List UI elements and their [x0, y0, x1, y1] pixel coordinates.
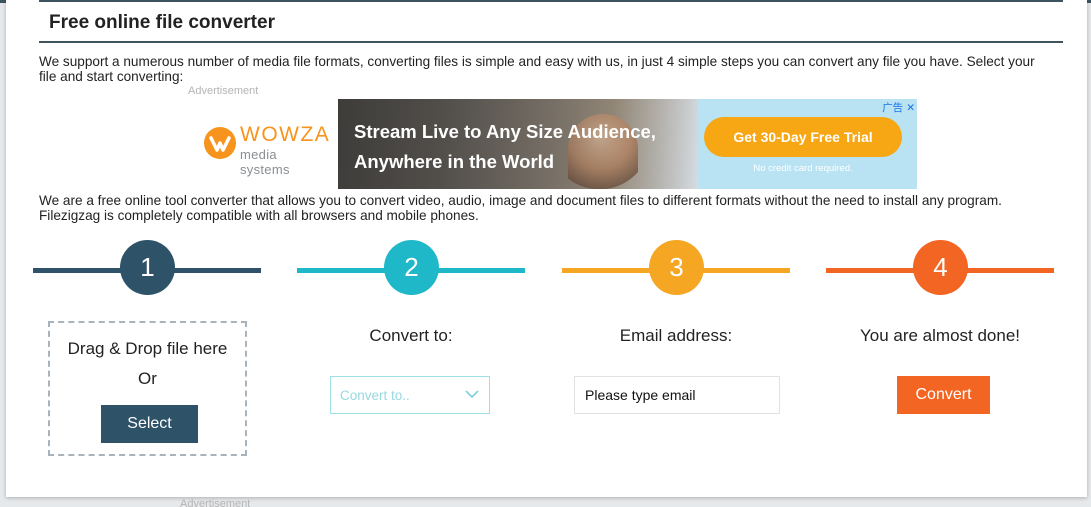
file-drop-zone[interactable]: Drag & Drop file here Or Select: [48, 321, 247, 456]
step-2-label: Convert to:: [369, 326, 453, 345]
convert-to-select[interactable]: Convert to..: [330, 376, 490, 414]
email-field[interactable]: [574, 376, 780, 414]
close-icon[interactable]: ✕: [906, 102, 915, 114]
ad-note: No credit card required.: [753, 163, 853, 174]
step-1-circle: 1: [120, 240, 175, 295]
page-title: Free online file converter: [49, 12, 275, 33]
step-4-label: You are almost done!: [859, 326, 1021, 345]
ad-headline-line2: Anywhere in the World: [354, 151, 555, 172]
convert-to-placeholder: Convert to..: [340, 388, 410, 403]
step-3-label: Email address:: [619, 326, 733, 345]
ad-headline: Stream Live to Any Size Audience, Anywhe…: [354, 117, 694, 177]
drop-zone-or: Or: [138, 369, 157, 388]
ad-choices[interactable]: 广告 ✕: [882, 100, 915, 114]
step-4-circle: 4: [913, 240, 968, 295]
footer-advertisement-fragment: Advertisement: [180, 498, 251, 507]
advertisement-label: Advertisement: [188, 85, 259, 97]
wowza-logo: WOWZA media systems: [202, 123, 331, 177]
ad-corner-label: 广告: [882, 102, 904, 114]
select-file-button[interactable]: Select: [101, 405, 198, 443]
ad-banner[interactable]: WOWZA media systems Stream Live to Any S…: [188, 99, 917, 189]
ad-photo: Stream Live to Any Size Audience, Anywhe…: [338, 99, 698, 189]
intro-text: We support a numerous number of media fi…: [39, 54, 1035, 84]
wowza-logo-icon: [204, 127, 236, 159]
description-text: We are a free online tool converter that…: [39, 193, 1002, 223]
panel-header: Free online file converter: [39, 0, 1063, 43]
conversion-steps: 1 2 3 4 Convert to: Email address: You a…: [0, 240, 1091, 470]
convert-button[interactable]: Convert: [897, 376, 990, 414]
ad-cta-panel: Get 30-Day Free Trial No credit card req…: [698, 99, 917, 189]
drop-zone-text: Drag & Drop file here: [67, 339, 228, 358]
brand-name: WOWZA: [240, 123, 331, 146]
ad-headline-line1: Stream Live to Any Size Audience,: [354, 121, 656, 142]
chevron-down-icon: [465, 390, 479, 399]
free-trial-button[interactable]: Get 30-Day Free Trial: [704, 117, 902, 157]
step-3-circle: 3: [649, 240, 704, 295]
brand-subtitle: media systems: [240, 147, 290, 177]
step-2-circle: 2: [384, 240, 439, 295]
